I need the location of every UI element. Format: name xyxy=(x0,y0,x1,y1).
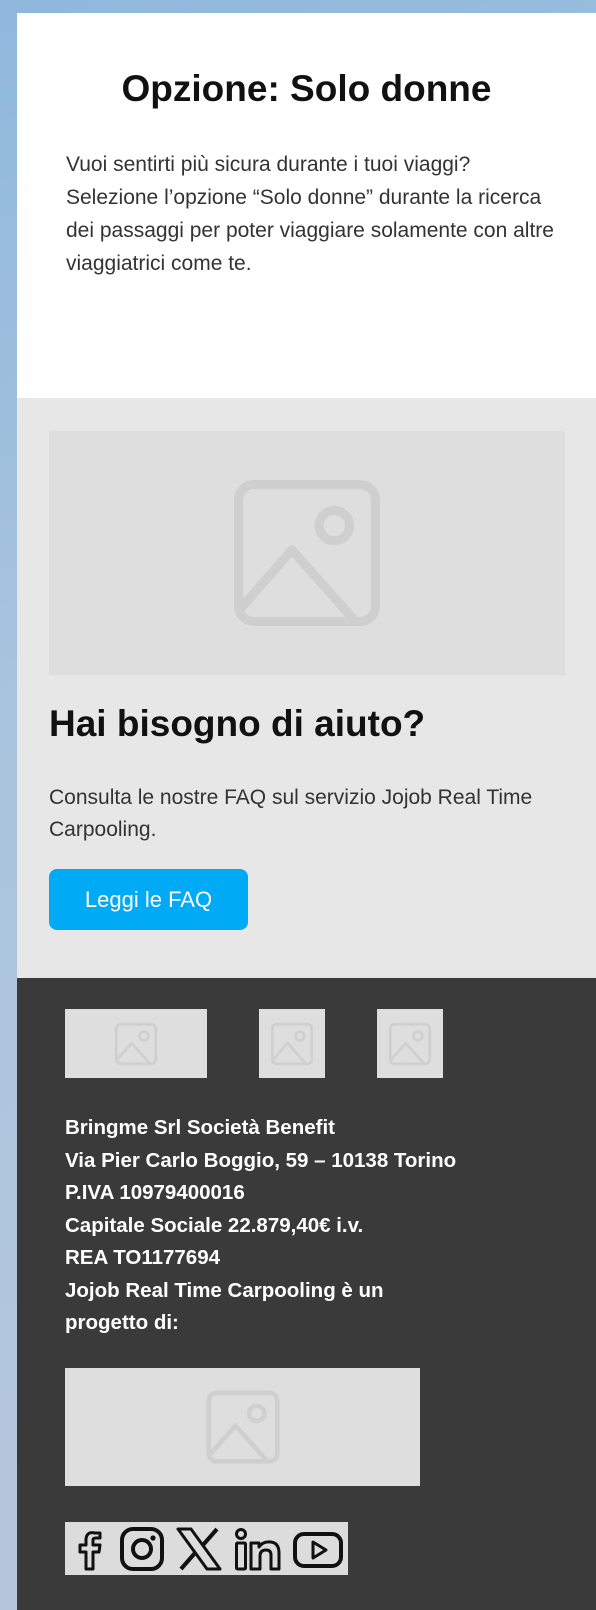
social-links xyxy=(65,1522,348,1575)
company-vat: P.IVA 10979400016 xyxy=(65,1181,245,1204)
linkedin-icon[interactable] xyxy=(233,1525,283,1573)
help-section: Hai bisogno di aiuto? Consulta le nostre… xyxy=(17,398,596,978)
youtube-icon[interactable] xyxy=(292,1525,344,1573)
company-project-line-1: Jojob Real Time Carpooling è un xyxy=(65,1278,384,1302)
facebook-icon[interactable] xyxy=(69,1525,109,1573)
help-title: Hai bisogno di aiuto? xyxy=(49,703,426,744)
company-project-line-2: progetto di: xyxy=(65,1311,179,1334)
email-container: Opzione: Solo donne Vuoi sentirti più si… xyxy=(17,13,596,1610)
footer: Bringme Srl Società Benefit Via Pier Car… xyxy=(17,978,596,1610)
company-rea: REA TO1177694 xyxy=(65,1246,220,1269)
read-faq-button[interactable]: Leggi le FAQ xyxy=(49,869,248,930)
section-body: Vuoi sentirti più sicura durante i tuoi … xyxy=(66,153,554,275)
company-capital: Capitale Sociale 22.879,40€ i.v. xyxy=(65,1213,364,1237)
company-info: Bringme Srl Società Benefit Via Pier Car… xyxy=(65,1112,585,1340)
company-address: Via Pier Carlo Boggio, 59 – 10138 Torino xyxy=(65,1148,457,1172)
instagram-icon[interactable] xyxy=(118,1525,166,1573)
help-image xyxy=(49,431,565,675)
image-placeholder-icon xyxy=(206,1390,279,1464)
section-title: Opzione: Solo donne xyxy=(121,68,492,109)
image-placeholder-icon xyxy=(114,1022,158,1065)
footer-logo-1[interactable] xyxy=(65,1009,207,1078)
partner-logo[interactable] xyxy=(65,1368,420,1486)
help-body: Consulta le nostre FAQ sul servizio Jojo… xyxy=(49,786,533,841)
image-placeholder-icon xyxy=(388,1022,432,1065)
company-name: Bringme Srl Società Benefit xyxy=(65,1116,335,1139)
solo-donne-section: Opzione: Solo donne Vuoi sentirti più si… xyxy=(17,13,596,398)
image-placeholder-icon xyxy=(234,480,380,626)
footer-logo-3[interactable] xyxy=(377,1009,443,1078)
footer-logo-2[interactable] xyxy=(259,1009,325,1078)
image-placeholder-icon xyxy=(270,1022,314,1065)
x-icon[interactable] xyxy=(174,1525,224,1573)
